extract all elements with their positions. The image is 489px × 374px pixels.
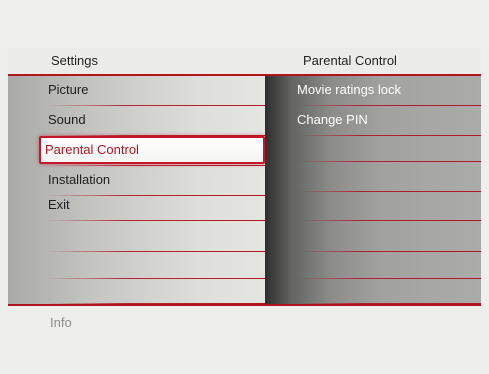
menu-header: Settings Parental Control xyxy=(8,48,481,76)
submenu-item-label: Movie ratings lock xyxy=(297,82,402,97)
menu-item-exit[interactable]: Exit xyxy=(8,191,265,221)
menu-item-label-selected: Parental Control xyxy=(45,142,139,157)
submenu-item-movie-ratings-lock[interactable]: Movie ratings lock xyxy=(265,76,481,106)
submenu-item-empty xyxy=(265,274,481,304)
submenu-item-empty xyxy=(265,162,481,192)
menu-item-label: Sound xyxy=(48,112,86,127)
menu-item-parental-control[interactable]: Parental Control xyxy=(39,136,265,164)
submenu-item-empty xyxy=(265,222,481,252)
menu-item-label: Picture xyxy=(48,82,89,97)
info-label: Info xyxy=(50,315,72,330)
menu-item-sound[interactable]: Sound xyxy=(8,106,265,136)
divider xyxy=(8,304,481,306)
menu-item-empty xyxy=(8,222,265,252)
submenu-item-empty xyxy=(265,191,481,221)
settings-title: Settings xyxy=(51,53,98,68)
menu-item-label: Installation xyxy=(48,172,111,187)
submenu-title: Parental Control xyxy=(303,53,397,68)
menu-item-picture[interactable]: Picture xyxy=(8,76,265,106)
menu-item-label: Exit xyxy=(48,197,70,212)
top-bar xyxy=(0,0,489,48)
submenu-item-label: Change PIN xyxy=(297,112,368,127)
parental-control-submenu: Movie ratings lock Change PIN xyxy=(265,76,481,304)
menu-item-empty xyxy=(8,274,265,304)
submenu-item-empty xyxy=(265,132,481,162)
settings-menu: Picture Sound Installation Exit xyxy=(8,76,265,304)
